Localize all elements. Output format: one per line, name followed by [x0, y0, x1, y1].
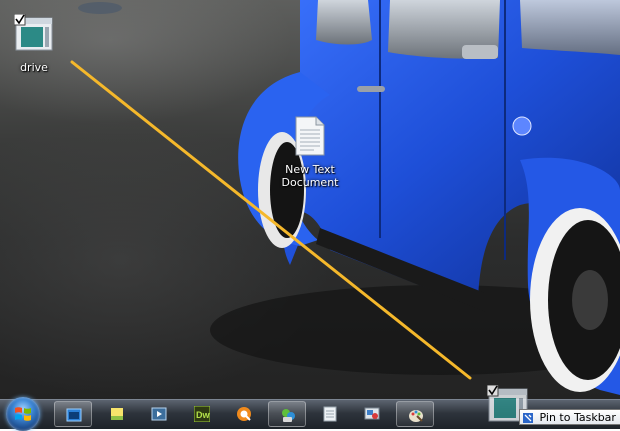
- pin-to-taskbar-tooltip: Pin to Taskbar: [519, 409, 620, 425]
- desktop-icon-new-text-document[interactable]: New Text Document: [270, 116, 350, 189]
- taskbar-item-remote-desktop[interactable]: [353, 401, 391, 427]
- tooltip-text: Pin to Taskbar: [539, 411, 616, 424]
- taskbar-item-paint[interactable]: [396, 401, 434, 427]
- taskbar-item-dreamweaver[interactable]: Dw: [183, 401, 221, 427]
- desktop-icon-label: New Text Document: [281, 163, 339, 189]
- text-document-icon: [270, 116, 350, 159]
- desktop-icon-drive[interactable]: drive: [0, 13, 74, 74]
- taskbar-item-media-player[interactable]: [140, 401, 178, 427]
- taskbar-item-msn-messenger[interactable]: [268, 401, 306, 427]
- blue-car-photo: [78, 0, 620, 395]
- desktop-icon-label: drive: [20, 61, 48, 74]
- desktop-wallpaper: [0, 0, 620, 400]
- taskbar-item-quicktime[interactable]: [225, 401, 263, 427]
- taskbar-item-notepad[interactable]: [311, 401, 349, 427]
- windows-start-orb[interactable]: [6, 397, 40, 431]
- program-window-icon: [0, 13, 74, 57]
- taskbar-item-internet-explorer[interactable]: [54, 401, 92, 427]
- pin-icon: [523, 411, 540, 424]
- svg-text:Dw: Dw: [196, 410, 210, 420]
- taskbar-item-sticky-notes[interactable]: [98, 401, 136, 427]
